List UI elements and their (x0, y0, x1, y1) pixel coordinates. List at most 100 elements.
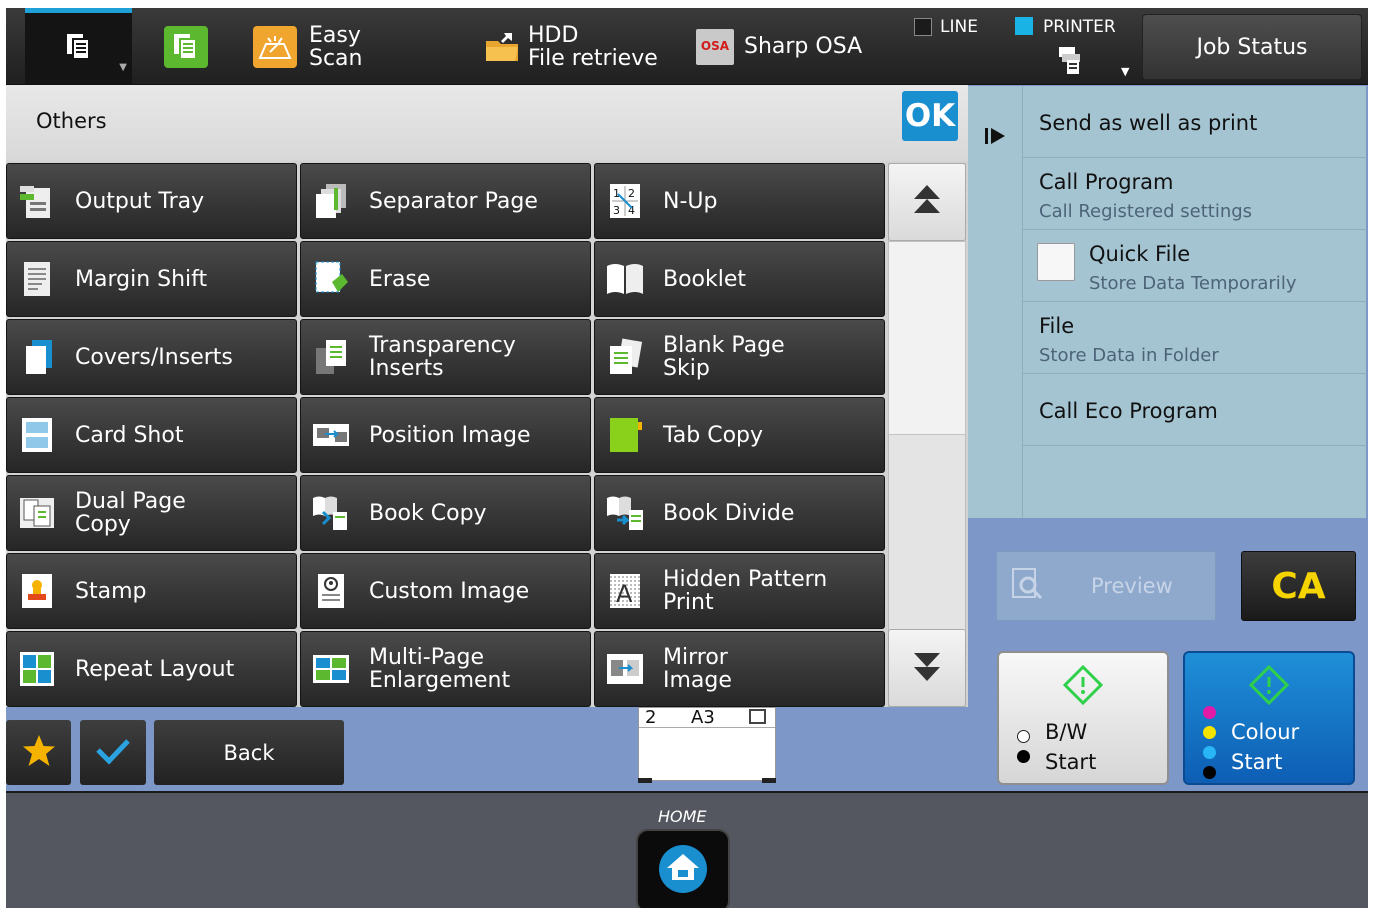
position-image-button[interactable]: Position Image (300, 397, 591, 473)
printer-status: PRINTER (1015, 17, 1116, 37)
hidden-pattern-print-button[interactable]: A Hidden Pattern Print (594, 553, 885, 629)
printer-label: PRINTER (1043, 17, 1116, 37)
mirror-image-icon (605, 649, 645, 689)
scroll-down-button[interactable] (888, 629, 966, 707)
quick-file-action[interactable]: Quick File Store Data Temporarily (1023, 230, 1367, 302)
book-copy-icon (311, 493, 351, 533)
n-up-icon: 1234 (605, 181, 645, 221)
tab-copy-label: Tab Copy (663, 422, 764, 448)
bw-mode-empty-dot (1017, 730, 1030, 743)
margin-shift-label: Margin Shift (75, 266, 208, 292)
action-title: Send as well as print (1039, 111, 1258, 135)
home-button[interactable] (636, 829, 730, 908)
booklet-button[interactable]: Booklet (594, 241, 885, 317)
call-eco-program-action[interactable]: Call Eco Program (1023, 374, 1367, 446)
paper-status-card[interactable]: 2 A3 (638, 707, 776, 781)
blank-page-skip-label: Blank Page Skip (663, 333, 785, 381)
paper-size: A3 (691, 707, 715, 728)
output-tray-icon (17, 181, 57, 221)
blank-page-skip-icon (605, 337, 645, 377)
stamp-button[interactable]: Stamp (6, 553, 297, 629)
home-icon (653, 844, 713, 898)
n-up-button[interactable]: 1234 N-Up (594, 163, 885, 239)
repeat-layout-button[interactable]: Repeat Layout (6, 631, 297, 707)
tab-copy-button[interactable]: Tab Copy (594, 397, 885, 473)
chevron-down-icon: ▼ (119, 62, 127, 73)
book-divide-label: Book Divide (663, 500, 795, 526)
dual-page-copy-icon (17, 493, 57, 533)
card-shot-label: Card Shot (75, 422, 184, 448)
paper-tray-number: 2 (645, 707, 657, 728)
double-chevron-up-icon (912, 183, 942, 221)
preview-label: Preview (1091, 574, 1173, 598)
colour-start-label: Colour Start (1231, 720, 1300, 774)
svg-text:A: A (616, 580, 633, 608)
check-settings-button[interactable] (80, 720, 146, 785)
sharp-osa-button[interactable]: OSA Sharp OSA (696, 8, 862, 85)
clear-all-button[interactable]: CA (1241, 551, 1356, 621)
bw-start-button[interactable]: B/W Start (997, 651, 1169, 785)
file-action[interactable]: File Store Data in Folder (1023, 302, 1367, 374)
svg-text:2: 2 (628, 187, 635, 200)
custom-image-label: Custom Image (369, 578, 530, 604)
margin-shift-button[interactable]: Margin Shift (6, 241, 297, 317)
dual-page-copy-button[interactable]: Dual Page Copy (6, 475, 297, 551)
separator-page-button[interactable]: Separator Page (300, 163, 591, 239)
favorite-button[interactable] (6, 720, 71, 785)
copy-shortcut-button[interactable] (164, 8, 208, 85)
erase-button[interactable]: Erase (300, 241, 591, 317)
start-icon (1248, 664, 1290, 709)
printer-indicator (1015, 17, 1033, 35)
back-button[interactable]: Back (154, 720, 344, 785)
double-chevron-down-icon (912, 649, 942, 687)
custom-image-button[interactable]: Custom Image (300, 553, 591, 629)
chevron-down-icon[interactable]: ▼ (1121, 65, 1129, 78)
n-up-label: N-Up (663, 188, 718, 214)
svg-text:1: 1 (613, 187, 620, 200)
book-copy-label: Book Copy (369, 500, 487, 526)
transparency-inserts-button[interactable]: Transparency Inserts (300, 319, 591, 395)
preview-button[interactable]: Preview (996, 551, 1216, 621)
blank-page-skip-button[interactable]: Blank Page Skip (594, 319, 885, 395)
action-panel: Send as well as print Call Program Call … (968, 86, 1367, 518)
mirror-image-label: Mirror Image (663, 645, 732, 693)
send-as-well-as-print-action[interactable]: Send as well as print (1023, 86, 1367, 158)
covers-inserts-icon (17, 337, 57, 377)
output-tray-button[interactable]: Output Tray (6, 163, 297, 239)
paper-card-foot (762, 778, 776, 783)
card-shot-button[interactable]: Card Shot (6, 397, 297, 473)
hidden-pattern-print-icon: A (605, 571, 645, 611)
copy-mode-tab[interactable]: ▼ (25, 8, 132, 85)
ok-button[interactable]: OK (902, 91, 958, 141)
colour-start-button[interactable]: Colour Start (1183, 651, 1355, 785)
magenta-dot (1203, 706, 1216, 719)
paper-info-row: 2 A3 (639, 707, 775, 728)
mirror-image-button[interactable]: Mirror Image (594, 631, 885, 707)
printer-icon[interactable] (1058, 46, 1084, 80)
covers-inserts-label: Covers/Inserts (75, 344, 233, 370)
star-icon (21, 734, 57, 772)
book-copy-button[interactable]: Book Copy (300, 475, 591, 551)
quick-file-checkbox[interactable] (1037, 243, 1075, 281)
job-status-button[interactable]: Job Status (1142, 14, 1362, 80)
custom-image-icon (311, 571, 351, 611)
black-dot (1203, 766, 1216, 779)
hdd-file-retrieve-button[interactable]: HDD File retrieve (482, 8, 658, 85)
scanner-icon (253, 25, 297, 68)
action-title: Call Program (1039, 170, 1174, 194)
scrollbar-thumb[interactable] (888, 241, 966, 435)
scroll-up-button[interactable] (888, 163, 966, 241)
checkmark-icon (94, 736, 132, 770)
stamp-label: Stamp (75, 578, 147, 604)
book-divide-button[interactable]: Book Divide (594, 475, 885, 551)
hidden-pattern-print-label: Hidden Pattern Print (663, 567, 828, 615)
dual-page-copy-label: Dual Page Copy (75, 489, 186, 537)
bw-start-label: B/W Start (1045, 720, 1097, 774)
top-bar: ▼ Easy Scan HDD File retrieve OSA Sharp … (6, 8, 1368, 85)
covers-inserts-button[interactable]: Covers/Inserts (6, 319, 297, 395)
play-icon[interactable] (968, 86, 1022, 186)
multi-page-enlargement-button[interactable]: Multi-Page Enlargement (300, 631, 591, 707)
action-title: File (1039, 314, 1075, 338)
call-program-action[interactable]: Call Program Call Registered settings (1023, 158, 1367, 230)
easy-scan-button[interactable]: Easy Scan (253, 8, 363, 85)
